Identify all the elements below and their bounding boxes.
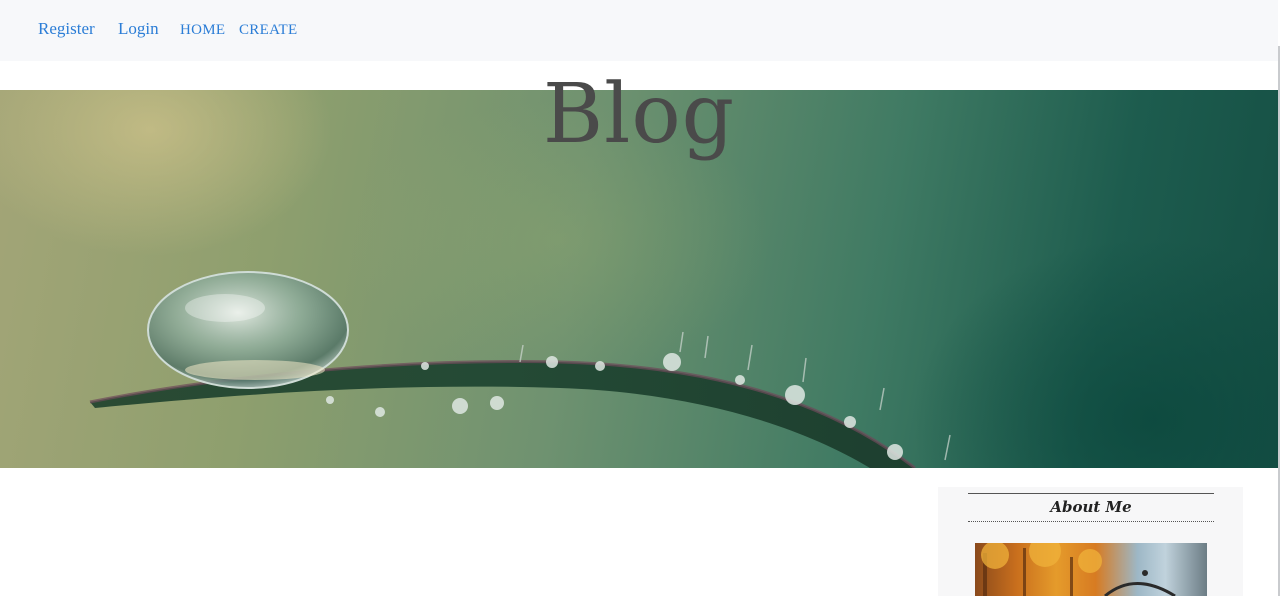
home-link[interactable]: HOME [180, 22, 225, 39]
create-link[interactable]: CREATE [239, 22, 297, 39]
autumn-park-bridge-illustration [981, 543, 1176, 596]
about-me-sidebar: About Me [938, 487, 1243, 596]
top-navbar: Register Login HOME CREATE [0, 0, 1278, 61]
about-me-heading: About Me [968, 493, 1214, 522]
login-link[interactable]: Login [118, 19, 159, 39]
page-title: Blog [542, 67, 736, 162]
about-me-photo [975, 543, 1207, 596]
register-link[interactable]: Register [38, 19, 95, 39]
